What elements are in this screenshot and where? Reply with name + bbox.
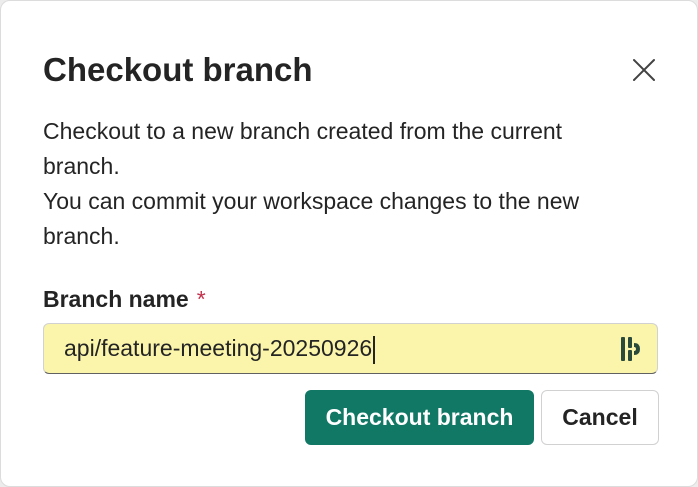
cancel-button[interactable]: Cancel [541, 390, 659, 445]
close-button[interactable] [625, 51, 663, 89]
password-manager-icon[interactable] [619, 335, 643, 363]
dialog-description: Checkout to a new branch created from th… [43, 114, 643, 254]
branch-name-input[interactable]: api/feature-meeting-20250926 [43, 323, 658, 374]
description-line-1: Checkout to a new branch created from th… [43, 118, 563, 179]
text-caret [373, 335, 375, 364]
required-asterisk: * [196, 286, 206, 312]
branch-name-value-text: api/feature-meeting-20250926 [64, 335, 373, 362]
dialog-title: Checkout branch [43, 51, 313, 88]
branch-name-label: Branch name * [43, 283, 206, 315]
branch-name-input-value[interactable]: api/feature-meeting-20250926 [44, 333, 619, 364]
checkout-branch-dialog: Checkout branch Checkout to a new branch… [0, 0, 698, 487]
checkout-branch-button[interactable]: Checkout branch [305, 390, 534, 445]
branch-name-label-text: Branch name [43, 286, 189, 312]
description-line-2: You can commit your workspace changes to… [43, 188, 580, 249]
close-icon [633, 59, 655, 81]
